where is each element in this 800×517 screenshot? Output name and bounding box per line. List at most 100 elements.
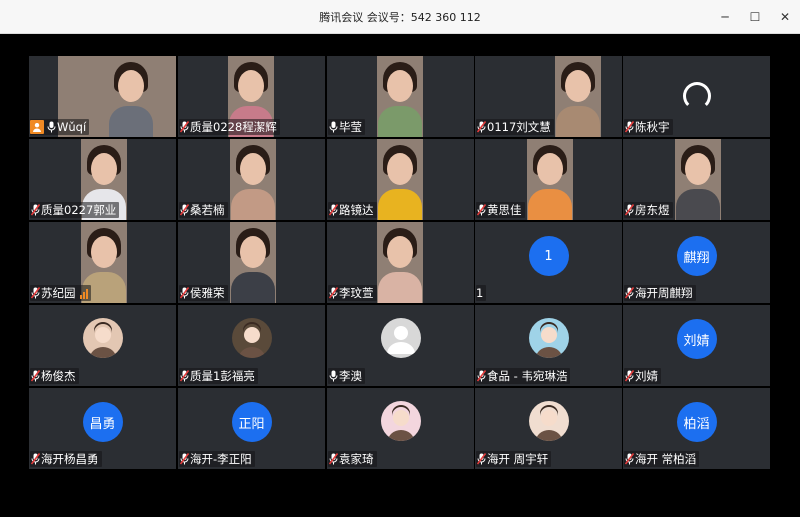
- profile-photo-icon: [238, 322, 265, 358]
- participant-tile[interactable]: 正阳海开-李正阳: [178, 388, 325, 469]
- participant-label: 海开杨昌勇: [30, 451, 102, 467]
- participant-tile[interactable]: 昌勇海开杨昌勇: [29, 388, 176, 469]
- participant-label: 海开 周宇轩: [476, 451, 552, 467]
- mic-muted-icon: [179, 286, 190, 300]
- participant-name: 食品 - 韦宛琳浩: [487, 369, 568, 383]
- signal-strength-icon: [79, 288, 88, 299]
- mic-icon: [328, 369, 339, 383]
- participant-tile[interactable]: 黄思佳: [475, 139, 622, 220]
- participant-tile[interactable]: 杨俊杰: [29, 305, 176, 386]
- mic-muted-icon: [624, 369, 635, 383]
- participant-tile[interactable]: 质量1彭福亮: [178, 305, 325, 386]
- avatar: [528, 318, 569, 358]
- face-shape: [387, 153, 413, 185]
- video-feed: [675, 139, 721, 220]
- loading-spinner-icon: [682, 82, 711, 110]
- participant-name: 陈秋宇: [635, 120, 670, 134]
- participant-tile[interactable]: 11: [475, 222, 622, 303]
- participant-tile[interactable]: 桑若楠: [178, 139, 325, 220]
- participant-name: 毕莹: [339, 120, 362, 134]
- participant-label: 房东煜: [624, 202, 673, 218]
- participant-label: 杨俊杰: [30, 368, 79, 384]
- video-feed: [377, 139, 423, 220]
- window-controls: ─ ☐ ✕: [710, 0, 800, 34]
- body-shape: [676, 189, 720, 220]
- participant-label: 质量1彭福亮: [179, 368, 258, 384]
- mic-muted-icon: [624, 203, 635, 217]
- participant-tile[interactable]: 0117刘文慧: [475, 56, 622, 137]
- participant-label: 海开-李正阳: [179, 451, 255, 467]
- body-shape: [378, 189, 422, 220]
- face-shape: [565, 70, 591, 102]
- participant-tile[interactable]: 质量0227郭业: [29, 139, 176, 220]
- participant-name: 侯雅荣: [190, 286, 225, 300]
- face-shape: [387, 70, 413, 102]
- participant-tile[interactable]: 李玟萱: [327, 222, 474, 303]
- participant-tile[interactable]: 苏纪园: [29, 222, 176, 303]
- mic-muted-icon: [476, 452, 487, 466]
- participant-name: 质量0227郭业: [41, 203, 117, 217]
- participant-label: 路镜达: [328, 202, 377, 218]
- video-feed: [230, 139, 276, 220]
- participant-name: 1: [476, 286, 484, 300]
- maximize-button[interactable]: ☐: [740, 0, 770, 34]
- avatar: 昌勇: [82, 402, 123, 442]
- participant-name: 李玟萱: [339, 286, 374, 300]
- participant-tile[interactable]: 路镜达: [327, 139, 474, 220]
- mic-muted-icon: [328, 203, 339, 217]
- participant-label: 质量0227郭业: [30, 202, 120, 218]
- participant-tile[interactable]: 毕莹: [327, 56, 474, 137]
- participant-label: 黄思佳: [476, 202, 525, 218]
- participant-name: 苏纪园: [41, 286, 76, 300]
- avatar: 正阳: [231, 402, 272, 442]
- body-shape: [556, 106, 600, 137]
- title-bar[interactable]: 腾讯会议 会议号：542 360 112 ─ ☐ ✕: [0, 0, 800, 34]
- mic-icon: [46, 120, 57, 134]
- participant-tile[interactable]: 房东煜: [623, 139, 770, 220]
- participant-tile[interactable]: 刘婧 刘婧: [623, 305, 770, 386]
- close-button[interactable]: ✕: [770, 0, 800, 34]
- video-feed: [377, 56, 423, 137]
- body-shape: [378, 272, 422, 303]
- avatar: [231, 318, 272, 358]
- avatar: 1: [528, 236, 569, 276]
- mic-muted-icon: [30, 369, 41, 383]
- minimize-button[interactable]: ─: [710, 0, 740, 34]
- participant-name: 质量1彭福亮: [190, 369, 255, 383]
- participant-name: 海开杨昌勇: [41, 452, 99, 466]
- participant-name: 黄思佳: [487, 203, 522, 217]
- participant-label: 陈秋宇: [624, 119, 673, 135]
- participant-label: 苏纪园: [30, 285, 91, 301]
- participant-name: 质量0228程潔辉: [190, 120, 277, 134]
- participant-tile[interactable]: 海开 周宇轩: [475, 388, 622, 469]
- profile-photo-icon: [535, 322, 562, 358]
- participant-tile[interactable]: 柏滔 海开 常柏滔: [623, 388, 770, 469]
- body-shape: [231, 189, 275, 220]
- participant-tile[interactable]: 陈秋宇: [623, 56, 770, 137]
- profile-photo-icon: [89, 322, 116, 358]
- avatar: [82, 318, 123, 358]
- participant-tile[interactable]: Wǔqí: [29, 56, 176, 137]
- body-shape: [231, 272, 275, 303]
- participant-name: 桑若楠: [190, 203, 225, 217]
- participant-tile[interactable]: 麒翔 海开周麒翔: [623, 222, 770, 303]
- mic-muted-icon: [328, 286, 339, 300]
- mic-muted-icon: [624, 286, 635, 300]
- participant-tile[interactable]: 袁家琦: [327, 388, 474, 469]
- mic-muted-icon: [179, 452, 190, 466]
- mic-muted-icon: [476, 203, 487, 217]
- avatar: [380, 318, 421, 358]
- face-shape: [387, 236, 413, 268]
- participant-label: 李玟萱: [328, 285, 377, 301]
- mic-muted-icon: [476, 120, 487, 134]
- body-shape: [109, 106, 153, 137]
- participant-tile[interactable]: 质量0228程潔辉: [178, 56, 325, 137]
- participant-name: 李澳: [339, 369, 362, 383]
- participant-tile[interactable]: 侯雅荣: [178, 222, 325, 303]
- mic-muted-icon: [30, 452, 41, 466]
- participant-label: 刘婧: [624, 368, 661, 384]
- participant-tile[interactable]: 食品 - 韦宛琳浩: [475, 305, 622, 386]
- participant-tile[interactable]: 李澳: [327, 305, 474, 386]
- participant-label: Wǔqí: [30, 119, 90, 135]
- mic-muted-icon: [179, 120, 190, 134]
